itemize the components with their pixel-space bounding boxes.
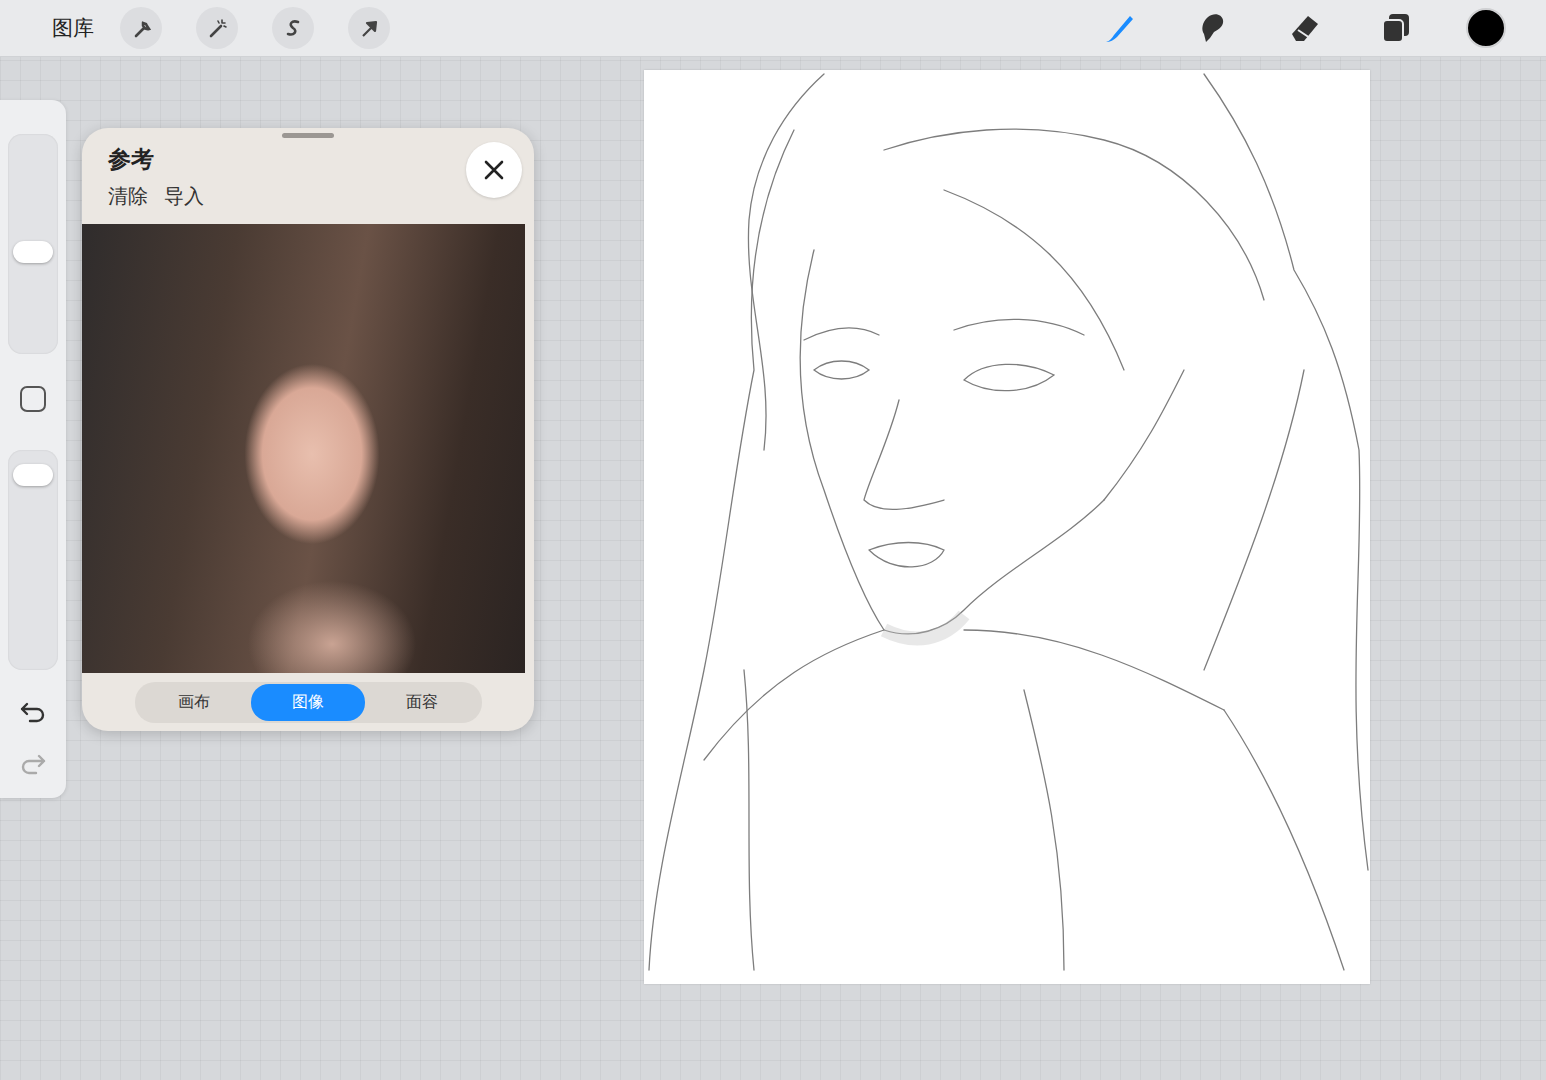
transform-arrow-icon	[358, 17, 380, 39]
close-icon	[483, 159, 505, 181]
reference-mode-tab[interactable]: 图像	[251, 684, 365, 721]
reference-action[interactable]: 清除	[108, 183, 148, 210]
brush-icon	[1100, 8, 1140, 48]
eraser-tool[interactable]	[1282, 6, 1326, 50]
reference-mode-tab[interactable]: 面容	[365, 684, 479, 721]
reference-actions: 清除导入	[108, 183, 534, 210]
brush-size-slider[interactable]	[8, 134, 58, 354]
gallery-button[interactable]: 图库	[52, 14, 94, 42]
color-swatch[interactable]	[1466, 8, 1506, 48]
reference-action[interactable]: 导入	[164, 183, 204, 210]
paint-tools	[1098, 6, 1506, 50]
opacity-slider-thumb[interactable]	[13, 464, 53, 486]
undo-button[interactable]	[18, 698, 48, 728]
reference-panel[interactable]: 参考清除导入画布图像面容	[82, 128, 534, 731]
side-bar	[0, 100, 66, 798]
brush-size-slider-thumb[interactable]	[13, 241, 53, 263]
redo-button[interactable]	[18, 750, 48, 780]
top-toolbar: 图库	[0, 0, 1546, 57]
eyedropper-button[interactable]	[20, 386, 46, 412]
close-button[interactable]	[466, 142, 522, 198]
selection-button[interactable]	[272, 7, 314, 49]
eraser-icon	[1284, 8, 1324, 48]
layers-button[interactable]	[1374, 6, 1418, 50]
drag-handle[interactable]	[282, 133, 334, 138]
reference-header: 参考清除导入	[82, 128, 534, 224]
drawing-canvas[interactable]	[644, 70, 1370, 984]
transform-arrow-button[interactable]	[348, 7, 390, 49]
wrench-button[interactable]	[120, 7, 162, 49]
sketch-drawing	[644, 70, 1370, 984]
redo-icon	[18, 750, 48, 776]
brush-tool[interactable]	[1098, 6, 1142, 50]
smudge-icon	[1192, 8, 1232, 48]
wrench-icon	[130, 17, 152, 39]
magic-wand-icon	[206, 17, 228, 39]
selection-icon	[282, 17, 304, 39]
magic-wand-button[interactable]	[196, 7, 238, 49]
opacity-slider[interactable]	[8, 450, 58, 670]
reference-photo	[82, 224, 525, 673]
smudge-tool[interactable]	[1190, 6, 1234, 50]
reference-mode-tab[interactable]: 画布	[137, 684, 251, 721]
action-tools	[120, 7, 390, 49]
reference-mode-tabs: 画布图像面容	[135, 682, 482, 723]
undo-icon	[18, 698, 48, 724]
reference-footer: 画布图像面容	[82, 673, 534, 731]
layers-icon	[1376, 8, 1416, 48]
